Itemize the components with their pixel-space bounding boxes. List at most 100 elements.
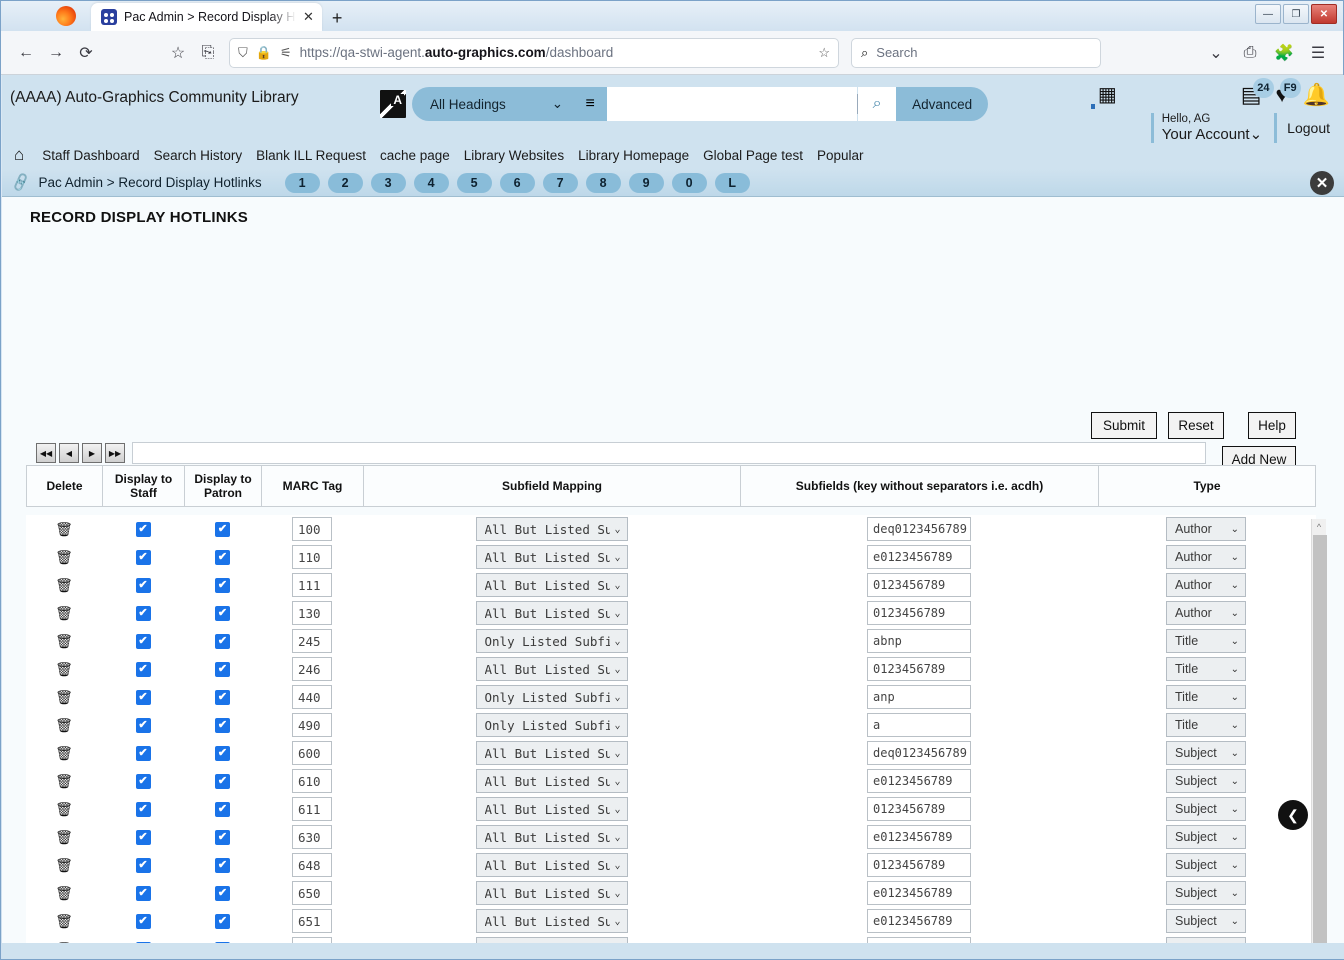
display-to-patron-checkbox[interactable]: ✔: [215, 857, 230, 873]
previous-page-button[interactable]: ◀: [59, 443, 79, 463]
display-to-staff-checkbox[interactable]: ✔: [135, 773, 151, 789]
hotlink-number-button-2[interactable]: 2: [327, 172, 363, 193]
subfields-input[interactable]: 0123456789: [867, 601, 971, 625]
display-to-patron-checkbox[interactable]: ✔: [215, 577, 230, 593]
extensions-icon[interactable]: 🧩: [1269, 39, 1299, 67]
nav-link-staff-dashboard[interactable]: Staff Dashboard: [42, 148, 139, 163]
marc-tag-input[interactable]: 490: [292, 713, 332, 737]
subfield-mapping-select[interactable]: Only Listed Subfields⌄: [475, 685, 628, 709]
marc-tag-input[interactable]: 440: [292, 685, 332, 709]
delete-row-icon[interactable]: 🗑: [55, 605, 73, 622]
pager-status-field[interactable]: [132, 442, 1206, 464]
saved-list-icon[interactable]: ▤ 24: [1241, 78, 1274, 107]
type-select[interactable]: Author ⌄: [1166, 601, 1246, 625]
search-records-icon[interactable]: ▦: [1098, 83, 1117, 107]
first-page-button[interactable]: ◀◀: [36, 443, 56, 463]
subfields-input[interactable]: e0123456789: [867, 825, 971, 849]
nav-link-global-page-test[interactable]: Global Page test: [703, 148, 803, 163]
delete-row-icon[interactable]: 🗑: [55, 773, 73, 790]
type-select[interactable]: Title ⌄: [1166, 685, 1246, 709]
delete-row-icon[interactable]: 🗑: [55, 633, 73, 650]
type-select[interactable]: Author ⌄: [1166, 545, 1246, 569]
hotlink-number-button-5[interactable]: 5: [456, 172, 492, 193]
type-select[interactable]: Title ⌄: [1166, 657, 1246, 681]
browser-search-box[interactable]: ⌕ Search: [851, 37, 1101, 68]
delete-row-icon[interactable]: 🗑: [55, 689, 73, 706]
favorites-heart-icon[interactable]: ♥ F9: [1276, 78, 1301, 107]
display-to-patron-checkbox[interactable]: ✔: [215, 549, 230, 565]
display-to-staff-checkbox[interactable]: ✔: [135, 717, 151, 733]
subfield-mapping-select[interactable]: All But Listed Subfields⌄: [475, 769, 628, 793]
type-select[interactable]: Subject ⌄: [1166, 769, 1246, 793]
nav-link-library-homepage[interactable]: Library Homepage: [578, 148, 689, 163]
your-account-menu[interactable]: Hello, AG Your Account⌄: [1150, 113, 1262, 143]
scroll-up-arrow-icon[interactable]: ^: [1312, 519, 1326, 534]
subfields-input[interactable]: 0123456789: [867, 657, 971, 681]
subfield-mapping-select[interactable]: All But Listed Subfields⌄: [475, 881, 628, 905]
notifications-bell-icon[interactable]: 🔔: [1303, 83, 1330, 107]
subfield-mapping-select[interactable]: All But Listed Subfields⌄: [475, 909, 628, 933]
display-to-patron-checkbox[interactable]: ✔: [215, 801, 230, 817]
hotlink-number-button-4[interactable]: 4: [413, 172, 449, 193]
bookmark-star-icon[interactable]: ☆: [163, 39, 193, 67]
marc-tag-input[interactable]: 651: [292, 909, 332, 933]
advanced-search-button[interactable]: Advanced: [896, 87, 989, 121]
display-to-patron-checkbox[interactable]: ✔: [215, 829, 230, 845]
logout-link[interactable]: Logout: [1287, 120, 1330, 136]
nav-link-search-history[interactable]: Search History: [154, 148, 243, 163]
marc-tag-input[interactable]: 110: [292, 545, 332, 569]
hotlink-number-button-6[interactable]: 6: [499, 172, 535, 193]
help-button[interactable]: Help: [1248, 412, 1296, 439]
subfields-input[interactable]: 0123456789: [867, 797, 971, 821]
delete-row-icon[interactable]: 🗑: [55, 745, 73, 762]
scrollbar-thumb[interactable]: [1313, 535, 1327, 955]
delete-row-icon[interactable]: 🗑: [55, 885, 73, 902]
delete-row-icon[interactable]: 🗑: [55, 829, 73, 846]
type-select[interactable]: Subject ⌄: [1166, 825, 1246, 849]
previous-panel-button[interactable]: ❮: [1278, 800, 1308, 830]
delete-row-icon[interactable]: 🗑: [55, 521, 73, 538]
subfields-input[interactable]: e0123456789: [867, 909, 971, 933]
marc-tag-input[interactable]: 611: [292, 797, 332, 821]
hotlink-number-button-L[interactable]: L: [714, 172, 750, 193]
marc-tag-input[interactable]: 600: [292, 741, 332, 765]
display-to-staff-checkbox[interactable]: ✔: [135, 549, 151, 565]
minimize-button[interactable]: —: [1255, 4, 1281, 24]
marc-tag-input[interactable]: 130: [292, 601, 332, 625]
display-to-staff-checkbox[interactable]: ✔: [135, 857, 151, 873]
hotlink-number-button-0[interactable]: 0: [671, 172, 707, 193]
type-select[interactable]: Subject ⌄: [1166, 909, 1246, 933]
subfield-mapping-select[interactable]: All But Listed Subfields⌄: [475, 853, 628, 877]
subfield-mapping-select[interactable]: All But Listed Subfields⌄: [475, 741, 628, 765]
pocket-icon[interactable]: ⌄: [1201, 39, 1231, 67]
subfields-input[interactable]: abnp: [867, 629, 971, 653]
display-to-staff-checkbox[interactable]: ✔: [135, 745, 151, 761]
subfields-input[interactable]: anp: [867, 685, 971, 709]
subfields-input[interactable]: a: [867, 713, 971, 737]
display-to-patron-checkbox[interactable]: ✔: [215, 913, 230, 929]
display-to-staff-checkbox[interactable]: ✔: [135, 829, 151, 845]
home-icon[interactable]: ⌂: [14, 145, 24, 165]
marc-tag-input[interactable]: 648: [292, 853, 332, 877]
delete-row-icon[interactable]: 🗑: [55, 857, 73, 874]
type-select[interactable]: Subject ⌄: [1166, 741, 1246, 765]
close-panel-button[interactable]: ✕: [1310, 171, 1334, 195]
display-to-staff-checkbox[interactable]: ✔: [135, 885, 151, 901]
display-to-patron-checkbox[interactable]: ✔: [215, 773, 230, 789]
next-page-button[interactable]: ▶: [82, 443, 102, 463]
delete-row-icon[interactable]: 🗑: [55, 913, 73, 930]
display-to-patron-checkbox[interactable]: ✔: [215, 633, 230, 649]
hotlink-number-button-7[interactable]: 7: [542, 172, 578, 193]
display-to-patron-checkbox[interactable]: ✔: [215, 521, 230, 537]
subfields-input[interactable]: deq0123456789: [867, 741, 971, 765]
delete-row-icon[interactable]: 🗑: [55, 717, 73, 734]
subfields-input[interactable]: e0123456789: [867, 545, 971, 569]
browser-tab[interactable]: Pac Admin > Record Display Ho ✕: [91, 3, 322, 31]
display-to-staff-checkbox[interactable]: ✔: [135, 661, 151, 677]
close-icon[interactable]: ✕: [303, 9, 314, 25]
display-to-patron-checkbox[interactable]: ✔: [215, 605, 230, 621]
subfield-mapping-select[interactable]: All But Listed Subfields⌄: [475, 573, 628, 597]
hotlink-number-button-8[interactable]: 8: [585, 172, 621, 193]
new-tab-button[interactable]: +: [332, 9, 343, 31]
headings-select[interactable]: All Headings ⌄: [412, 87, 574, 121]
